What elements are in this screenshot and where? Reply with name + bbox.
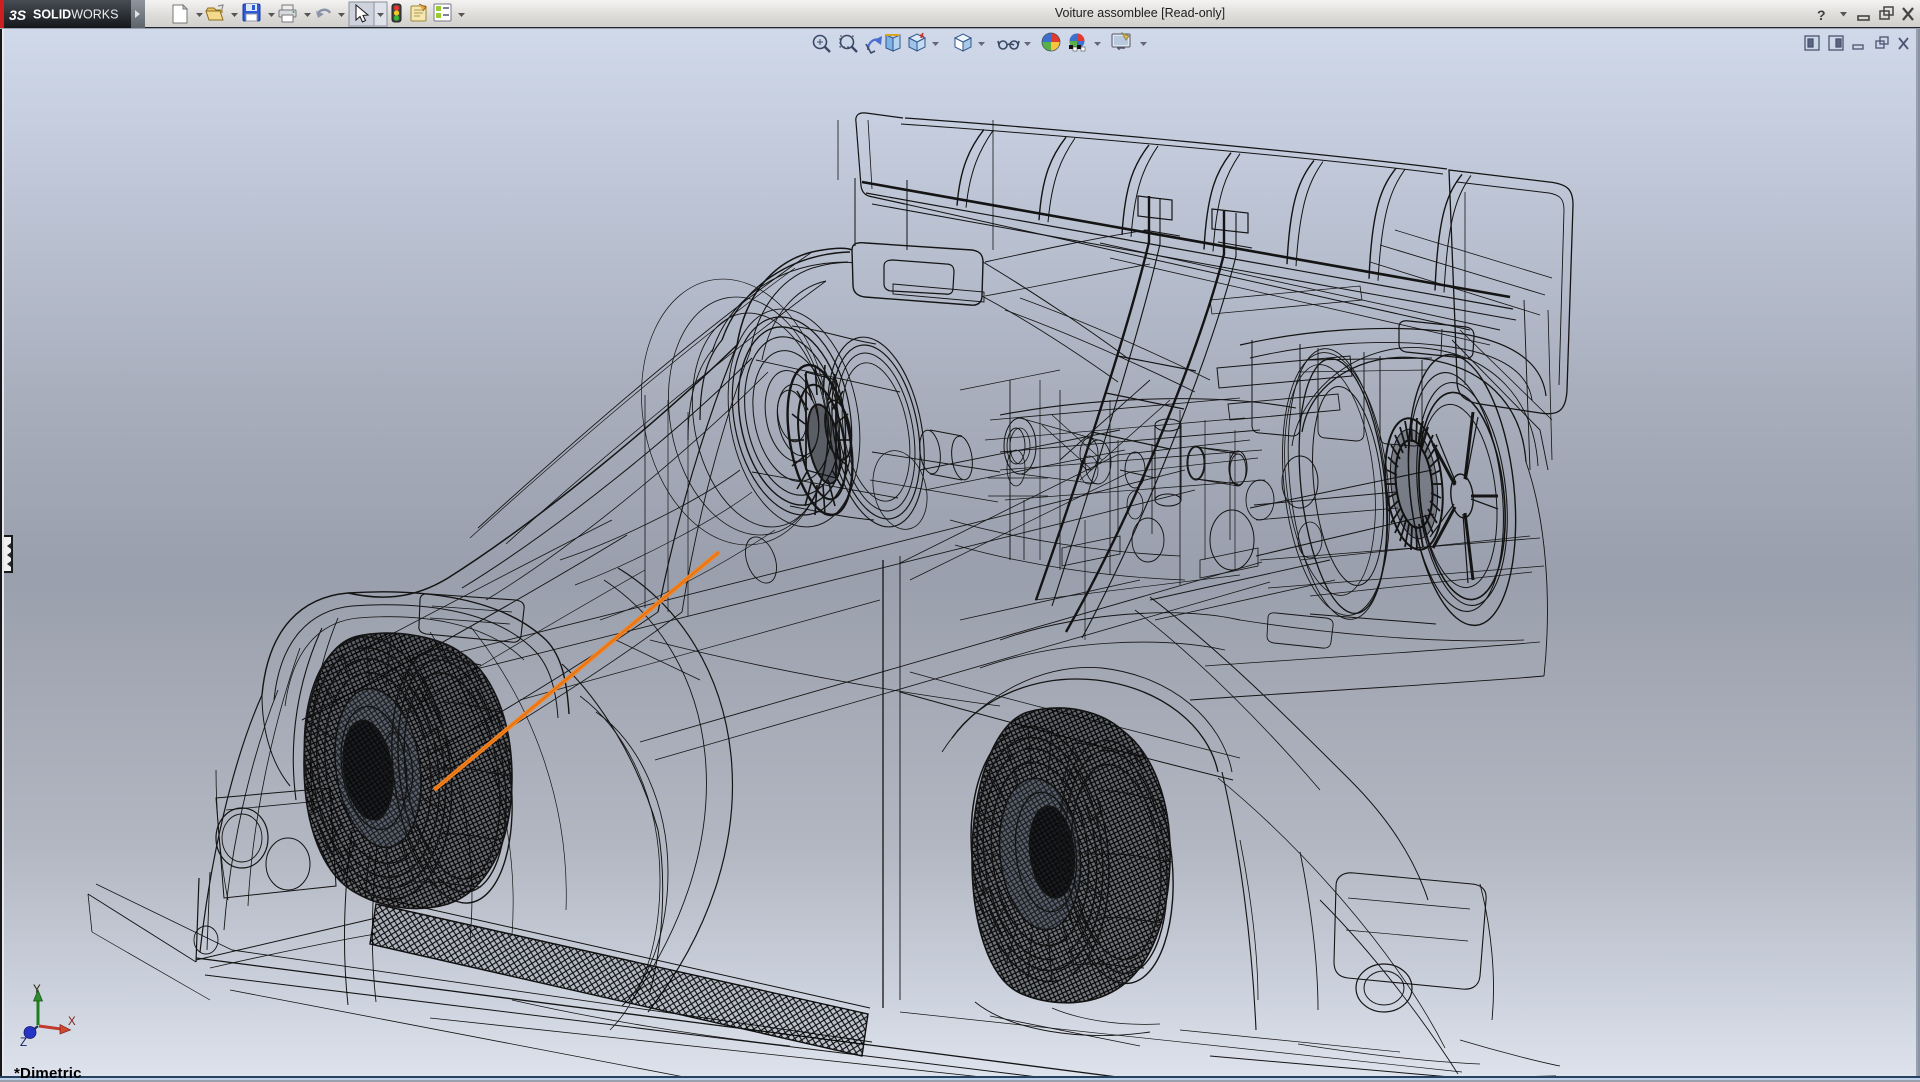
svg-text:?: ? <box>1817 7 1826 23</box>
svg-text:Y: Y <box>33 984 41 996</box>
svg-text:Z: Z <box>20 1037 27 1049</box>
svg-text:X: X <box>68 1016 76 1028</box>
svg-text:3S: 3S <box>9 7 27 23</box>
svg-text:SOLIDWORKS: SOLIDWORKS <box>33 8 118 22</box>
